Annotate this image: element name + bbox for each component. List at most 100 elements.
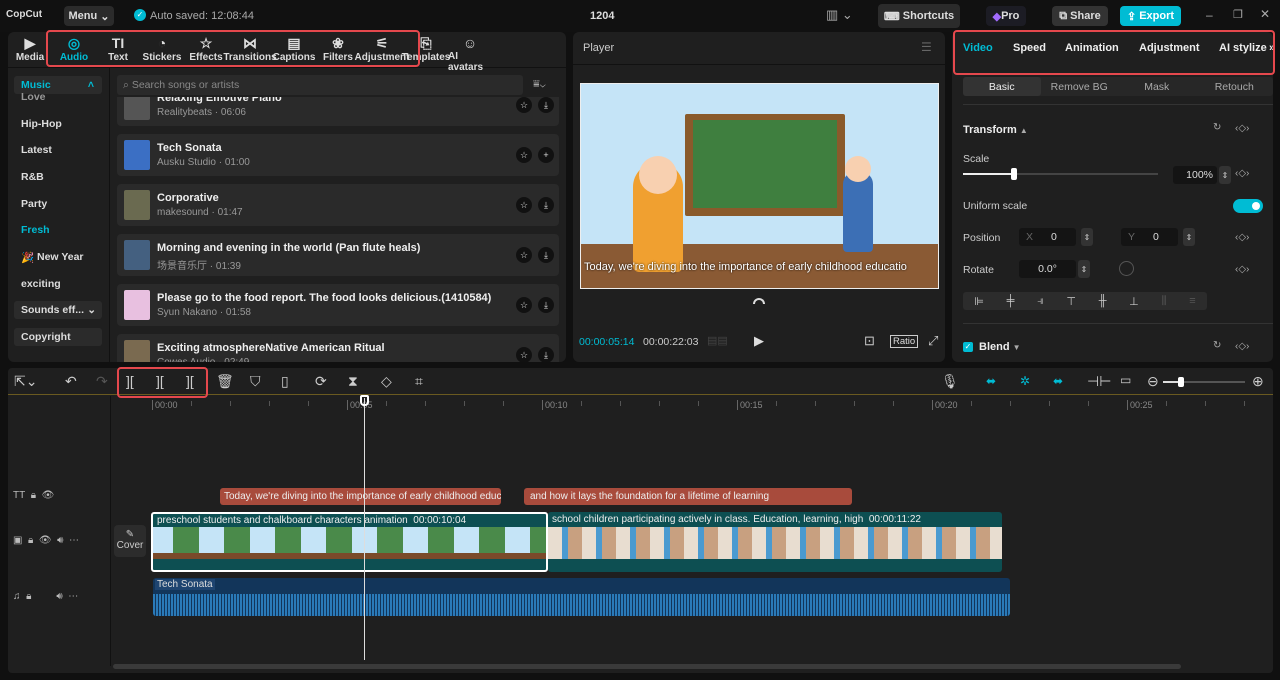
scale-stepper[interactable]: ⇕ — [1219, 166, 1231, 184]
category-love[interactable]: Love — [14, 92, 102, 102]
cover-button[interactable]: ✎ Cover — [114, 525, 146, 557]
more-icon[interactable]: ⋯ — [69, 535, 79, 546]
category-copyright[interactable]: Copyright — [14, 328, 102, 346]
undo-icon[interactable]: ↶ — [65, 373, 77, 390]
reset-icon[interactable]: ↻ — [1213, 122, 1221, 133]
favorite-icon[interactable]: ☆ — [516, 347, 532, 362]
blend-checkbox[interactable]: ✓ — [963, 342, 973, 352]
scale-slider-handle[interactable] — [1010, 168, 1017, 180]
timeline-mode-icon[interactable]: ▤▤ — [707, 334, 728, 347]
tab-ai-avatars[interactable]: ☺ AI avatars — [448, 35, 492, 73]
horizontal-scrollbar[interactable] — [113, 664, 1181, 669]
lock-icon[interactable]: 🔒︎ — [28, 535, 33, 546]
position-x-stepper[interactable]: ⇕ — [1081, 228, 1093, 246]
blend-header[interactable]: Blend ▼ — [979, 341, 1021, 353]
align-center-h-icon[interactable]: ╪ — [1007, 295, 1015, 307]
split-icon[interactable]: ][ — [126, 373, 134, 389]
reverse-icon[interactable]: ⟳ — [315, 373, 327, 390]
more-icon[interactable]: ⋯ — [68, 591, 78, 602]
category-fresh[interactable]: Fresh — [14, 221, 102, 239]
mirror-icon[interactable]: ⧗ — [348, 373, 358, 390]
add-icon[interactable]: + — [538, 147, 554, 163]
category-rnb[interactable]: R&B — [14, 168, 102, 186]
favorite-icon[interactable]: ☆ — [516, 147, 532, 163]
fit-view-icon[interactable]: ⊡ — [864, 333, 875, 349]
crop-icon[interactable]: ⌗ — [415, 373, 423, 390]
category-hip-hop[interactable]: Hip-Hop — [14, 115, 102, 133]
position-y-stepper[interactable]: ⇕ — [1183, 228, 1195, 246]
download-icon[interactable]: ⤓ — [538, 197, 554, 213]
align-left-icon[interactable]: ⊫ — [974, 295, 984, 308]
redo-icon[interactable]: ↷ — [96, 373, 108, 390]
song-item[interactable]: Tech Sonata Ausku Studio · 01:00 ☆ + — [117, 134, 559, 176]
auto-snap-icon[interactable]: ✲ — [1020, 374, 1030, 388]
subtab-remove-bg[interactable]: Remove BG — [1041, 77, 1119, 96]
download-icon[interactable]: ⤓ — [538, 97, 554, 113]
filter-icon[interactable]: ⩸⌄ — [533, 78, 546, 91]
zoom-in-icon[interactable]: ⊕ — [1252, 373, 1264, 390]
linkage-icon[interactable]: ⬌ — [1053, 374, 1063, 388]
playhead-handle[interactable] — [360, 395, 369, 406]
volume-icon[interactable]: 🔊︎ — [56, 591, 62, 602]
marker-icon[interactable]: ⛉ — [250, 373, 261, 390]
layout-icon[interactable]: ▥ ⌄ — [826, 7, 853, 23]
shortcuts-button[interactable]: ⌨ Shortcuts — [878, 4, 960, 28]
category-new-year[interactable]: 🎉 New Year — [14, 248, 102, 266]
category-party[interactable]: Party — [14, 195, 102, 213]
uniform-scale-toggle[interactable] — [1233, 199, 1263, 213]
rotate-input[interactable]: 0.0° — [1019, 260, 1076, 278]
category-latest[interactable]: Latest — [14, 141, 102, 159]
maximize-button[interactable]: ❐ — [1233, 8, 1243, 21]
scale-input[interactable]: 100% — [1173, 166, 1217, 184]
transform-header[interactable]: Transform ▲ — [963, 124, 1028, 136]
fullscreen-icon[interactable]: ⤢ — [928, 333, 938, 349]
delete-icon[interactable]: 🗑 — [216, 373, 234, 390]
playhead[interactable] — [364, 398, 365, 660]
song-item[interactable]: Exciting atmosphereNative American Ritua… — [117, 334, 559, 362]
align-right-icon[interactable]: ⫣ — [1037, 295, 1044, 308]
main-track-magnet-icon[interactable]: ⬌ — [986, 374, 996, 388]
download-icon[interactable]: ⤓ — [538, 247, 554, 263]
microphone-icon[interactable]: 🎙 — [941, 373, 959, 390]
menu-button[interactable]: Menu ⌄ — [64, 6, 114, 26]
text-clip[interactable]: Today, we're diving into the importance … — [220, 488, 501, 505]
video-clip[interactable]: school children participating actively i… — [548, 512, 1002, 572]
download-icon[interactable]: ⤓ — [538, 297, 554, 313]
song-item[interactable]: Morning and evening in the world (Pan fl… — [117, 234, 559, 276]
keyframe-icon[interactable]: ‹◇› — [1235, 232, 1249, 243]
rotate-stepper[interactable]: ⇕ — [1078, 260, 1090, 278]
align-center-v-icon[interactable]: ╫ — [1099, 295, 1107, 307]
distribute-v-icon[interactable]: ≡ — [1189, 295, 1195, 307]
pro-button[interactable]: ◆ Pro — [986, 6, 1026, 26]
trim-right-icon[interactable]: ][ — [186, 373, 194, 389]
keyframe-icon[interactable]: ‹◇› — [1235, 123, 1249, 134]
scale-slider[interactable] — [963, 168, 1158, 180]
text-clip[interactable]: and how it lays the foundation for a lif… — [524, 488, 852, 505]
subtab-basic[interactable]: Basic — [963, 77, 1041, 96]
audio-clip[interactable]: Tech Sonata — [153, 578, 1010, 616]
category-sound-effects[interactable]: Sounds eff... ⌄ — [14, 301, 102, 319]
download-icon[interactable]: ⤓ — [538, 347, 554, 362]
minimize-button[interactable]: – — [1206, 8, 1213, 22]
search-input[interactable]: ⌕ Search songs or artists — [117, 75, 523, 95]
favorite-icon[interactable]: ☆ — [516, 297, 532, 313]
share-button[interactable]: ⧉ Share — [1052, 6, 1108, 26]
align-bottom-icon[interactable]: ⊥ — [1129, 295, 1139, 308]
rotate-handle-icon[interactable] — [753, 298, 765, 304]
distribute-h-icon[interactable]: ⫼ — [1161, 295, 1166, 308]
keyframe-icon[interactable]: ‹◇› — [1235, 264, 1249, 275]
song-item[interactable]: Please go to the food report. The food l… — [117, 284, 559, 326]
lock-icon[interactable]: 🔒︎ — [31, 490, 36, 501]
close-button[interactable]: ✕ — [1260, 7, 1270, 21]
export-button[interactable]: ⇪ Export — [1120, 6, 1181, 26]
eye-icon[interactable]: 👁︎ — [42, 490, 55, 501]
fit-timeline-icon[interactable]: ▭ — [1120, 373, 1131, 387]
song-item[interactable]: Relaxing Emotive Piano Realitybeats · 06:… — [117, 97, 559, 126]
subtab-mask[interactable]: Mask — [1118, 77, 1196, 96]
align-top-icon[interactable]: ⊤ — [1066, 295, 1076, 308]
reset-icon[interactable]: ↻ — [1213, 340, 1221, 351]
category-exciting[interactable]: exciting — [14, 275, 102, 293]
lock-icon[interactable]: 🔒︎ — [26, 591, 31, 602]
play-button[interactable]: ▶ — [754, 333, 764, 349]
trim-left-icon[interactable]: ][ — [156, 373, 164, 389]
